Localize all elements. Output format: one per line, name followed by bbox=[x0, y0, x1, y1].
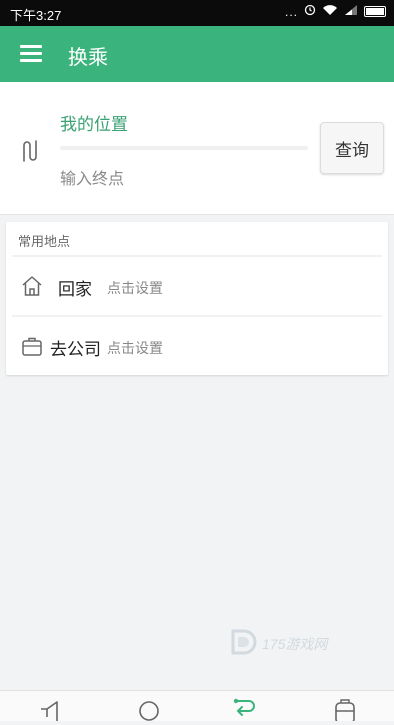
watermark: 175游戏网 bbox=[228, 626, 348, 662]
query-button[interactable]: 查询 bbox=[320, 122, 384, 174]
swap-route-icon[interactable] bbox=[20, 139, 42, 163]
bus-icon[interactable] bbox=[329, 697, 361, 724]
circle-icon[interactable] bbox=[133, 697, 165, 721]
frequent-places-title: 常用地点 bbox=[18, 235, 71, 250]
start-location[interactable]: 我的位置 bbox=[60, 110, 128, 135]
wifi-icon bbox=[322, 4, 338, 19]
place-name: 去公司 bbox=[50, 340, 101, 360]
watermark-logo-icon bbox=[228, 627, 258, 661]
transfer-icon[interactable] bbox=[229, 697, 261, 721]
places-divider bbox=[12, 255, 382, 257]
status-icons: ... bbox=[285, 4, 386, 19]
briefcase-icon bbox=[20, 334, 44, 358]
place-hint: 点击设置 bbox=[107, 341, 163, 357]
hamburger-menu-icon[interactable] bbox=[20, 43, 44, 65]
frequent-places-card: 常用地点 回家 点击设置 去公司 点击设置 bbox=[6, 222, 388, 375]
watermark-text: 175游戏网 bbox=[262, 636, 328, 652]
place-name: 回家 bbox=[58, 280, 92, 300]
places-divider bbox=[12, 315, 382, 317]
status-time: 下午3:27 bbox=[10, 8, 62, 23]
battery-icon bbox=[364, 6, 386, 17]
bottom-nav bbox=[0, 690, 394, 724]
destination-input[interactable] bbox=[60, 164, 300, 192]
megaphone-icon[interactable] bbox=[37, 697, 69, 721]
page-title: 换乘 bbox=[68, 45, 108, 69]
route-card: 我的位置 查询 bbox=[0, 82, 394, 215]
toolbar: 换乘 bbox=[0, 26, 394, 82]
route-divider bbox=[60, 146, 308, 150]
alarm-icon bbox=[304, 4, 316, 19]
place-hint: 点击设置 bbox=[107, 281, 163, 297]
signal-icon bbox=[344, 4, 358, 19]
home-icon bbox=[20, 274, 44, 298]
status-bar: 下午3:27 ... bbox=[0, 0, 394, 26]
signal-dots: ... bbox=[284, 4, 298, 19]
place-row-company[interactable]: 去公司 点击设置 bbox=[6, 318, 388, 374]
place-row-home[interactable]: 回家 点击设置 bbox=[6, 258, 388, 314]
